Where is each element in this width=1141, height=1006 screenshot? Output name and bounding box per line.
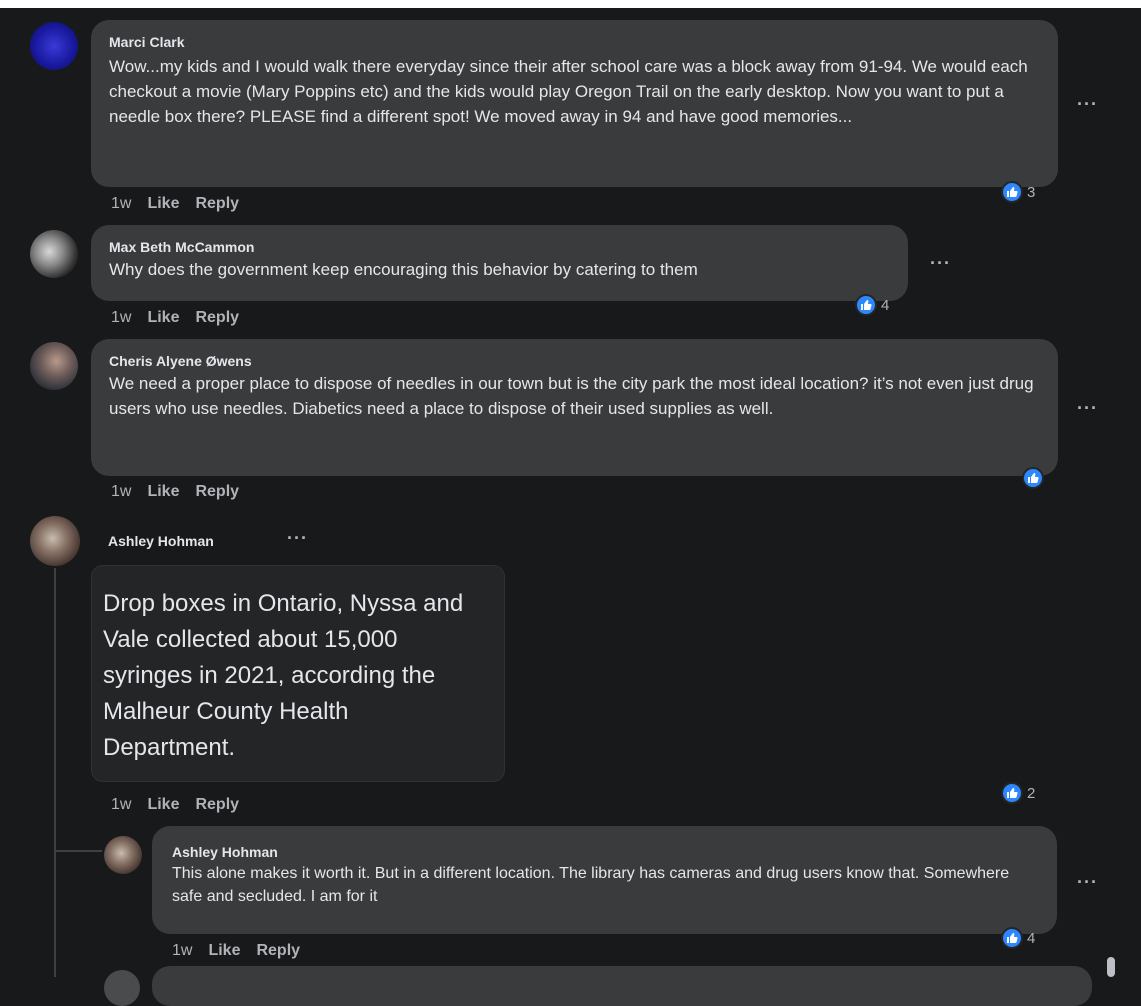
reply-actions: 1w Like Reply	[172, 942, 300, 960]
thumbs-up-icon	[1001, 181, 1023, 203]
comment-bubble: Max Beth McCammon Why does the governmen…	[91, 225, 908, 301]
comment-text: We need a proper place to dispose of nee…	[109, 374, 1034, 418]
thumbs-up-icon	[855, 294, 877, 316]
avatar[interactable]	[30, 516, 80, 566]
avatar[interactable]	[104, 836, 142, 874]
thread-line	[54, 568, 56, 977]
comment-author[interactable]: Marci Clark	[109, 34, 1040, 50]
reaction-number: 4	[1027, 929, 1036, 947]
text-post-card: Drop boxes in Ontario, Nyssa and Vale co…	[91, 565, 505, 782]
avatar[interactable]	[30, 22, 78, 70]
comment-actions: 1w Like Reply	[111, 309, 239, 327]
reply-button[interactable]: Reply	[195, 309, 239, 327]
comment-timestamp[interactable]: 1w	[111, 195, 131, 213]
more-options-button[interactable]: ···	[1077, 872, 1098, 893]
comment-actions: 1w Like Reply	[111, 195, 239, 213]
thumbs-up-icon	[1001, 927, 1023, 949]
reaction-number: 3	[1027, 183, 1036, 201]
more-options-button[interactable]: ···	[1077, 94, 1098, 115]
like-button[interactable]: Like	[147, 195, 179, 213]
like-button[interactable]: Like	[147, 309, 179, 327]
more-options-button[interactable]: ···	[930, 253, 951, 274]
reaction-number: 2	[1027, 784, 1036, 802]
comment-timestamp[interactable]: 1w	[111, 796, 131, 814]
reaction-count[interactable]: 2	[1001, 781, 1035, 805]
scrollbar[interactable]	[1107, 957, 1115, 977]
comment-actions: 1w Like Reply	[111, 796, 239, 814]
comment-timestamp[interactable]: 1w	[111, 309, 131, 327]
reply-text: This alone makes it worth it. But in a d…	[172, 865, 1010, 905]
comment-author[interactable]: Ashley Hohman	[108, 533, 214, 549]
comment-actions: 1w Like Reply	[111, 483, 239, 501]
thumbs-up-icon	[1022, 467, 1044, 489]
comment-text: Why does the government keep encouraging…	[109, 260, 698, 279]
reply-bubble: Ashley Hohman This alone makes it worth …	[152, 826, 1057, 934]
next-comment-bubble	[152, 966, 1092, 1006]
reply-button[interactable]: Reply	[256, 942, 300, 960]
comment-text: Drop boxes in Ontario, Nyssa and Vale co…	[103, 590, 464, 761]
more-options-button[interactable]: ···	[1077, 398, 1098, 419]
reply-button[interactable]: Reply	[195, 483, 239, 501]
reply-author[interactable]: Ashley Hohman	[172, 844, 1037, 860]
reaction-count[interactable]	[1022, 466, 1044, 490]
avatar[interactable]	[30, 230, 78, 278]
reply-timestamp[interactable]: 1w	[172, 942, 192, 960]
top-edge	[0, 0, 1141, 8]
comment-text: Wow...my kids and I would walk there eve…	[109, 57, 1028, 126]
reaction-count[interactable]: 4	[1001, 926, 1035, 950]
like-button[interactable]: Like	[147, 483, 179, 501]
reaction-count[interactable]: 4	[855, 293, 889, 317]
comment-author[interactable]: Cheris Alyene Øwens	[109, 353, 1040, 369]
like-button[interactable]: Like	[208, 942, 240, 960]
avatar[interactable]	[30, 342, 78, 390]
reaction-count[interactable]: 3	[1001, 180, 1035, 204]
reply-button[interactable]: Reply	[195, 796, 239, 814]
comment-author[interactable]: Max Beth McCammon	[109, 239, 890, 255]
like-button[interactable]: Like	[147, 796, 179, 814]
comment-timestamp[interactable]: 1w	[111, 483, 131, 501]
thread-line	[54, 850, 102, 852]
comment-bubble: Marci Clark Wow...my kids and I would wa…	[91, 20, 1058, 187]
avatar[interactable]	[104, 970, 140, 1006]
thumbs-up-icon	[1001, 782, 1023, 804]
reaction-number: 4	[881, 296, 890, 314]
reply-button[interactable]: Reply	[195, 195, 239, 213]
comment-bubble: Cheris Alyene Øwens We need a proper pla…	[91, 339, 1058, 476]
more-options-button[interactable]: ···	[287, 528, 308, 549]
